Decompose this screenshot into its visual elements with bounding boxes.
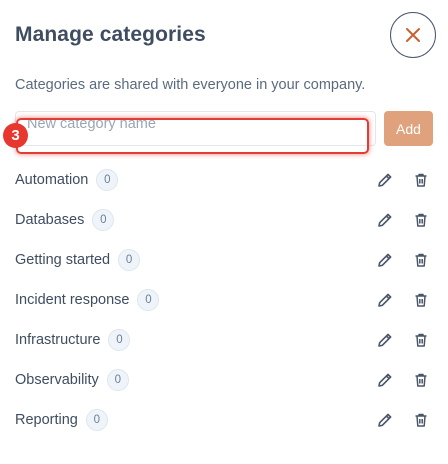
category-name: Infrastructure — [15, 332, 101, 348]
edit-icon[interactable] — [375, 250, 395, 270]
edit-icon[interactable] — [375, 210, 395, 230]
trash-icon[interactable] — [411, 330, 431, 350]
category-name: Getting started — [15, 252, 111, 268]
category-count-badge: 0 — [106, 369, 129, 391]
category-count-badge: 0 — [96, 169, 119, 191]
category-count-badge: 0 — [108, 329, 131, 351]
category-row: Incident response 0 — [15, 287, 433, 313]
close-button[interactable] — [390, 12, 436, 58]
new-category-input[interactable] — [15, 111, 376, 146]
add-category-button[interactable]: Add — [384, 111, 433, 146]
category-row: Automation 0 — [15, 167, 433, 193]
category-row: Databases 0 — [15, 207, 433, 233]
category-count-badge: 0 — [92, 209, 115, 231]
category-name: Reporting — [15, 412, 78, 428]
close-icon — [406, 28, 420, 42]
category-row: Infrastructure 0 — [15, 327, 433, 353]
trash-icon[interactable] — [411, 370, 431, 390]
dialog-subtitle: Categories are shared with everyone in y… — [15, 77, 366, 93]
trash-icon[interactable] — [411, 170, 431, 190]
step-marker-badge: 3 — [3, 123, 28, 148]
edit-icon[interactable] — [375, 410, 395, 430]
trash-icon[interactable] — [411, 210, 431, 230]
category-count-badge: 0 — [137, 289, 160, 311]
category-row: Getting started 0 — [15, 247, 433, 273]
dialog-title: Manage categories — [15, 23, 206, 46]
trash-icon[interactable] — [411, 250, 431, 270]
trash-icon[interactable] — [411, 410, 431, 430]
edit-icon[interactable] — [375, 170, 395, 190]
category-name: Databases — [15, 212, 85, 228]
category-count-badge: 0 — [85, 409, 108, 431]
category-name: Automation — [15, 172, 89, 188]
trash-icon[interactable] — [411, 290, 431, 310]
category-name: Incident response — [15, 292, 130, 308]
edit-icon[interactable] — [375, 370, 395, 390]
category-row: Reporting 0 — [15, 407, 433, 433]
category-name: Observability — [15, 372, 99, 388]
edit-icon[interactable] — [375, 290, 395, 310]
category-row: Observability 0 — [15, 367, 433, 393]
category-count-badge: 0 — [118, 249, 141, 271]
edit-icon[interactable] — [375, 330, 395, 350]
